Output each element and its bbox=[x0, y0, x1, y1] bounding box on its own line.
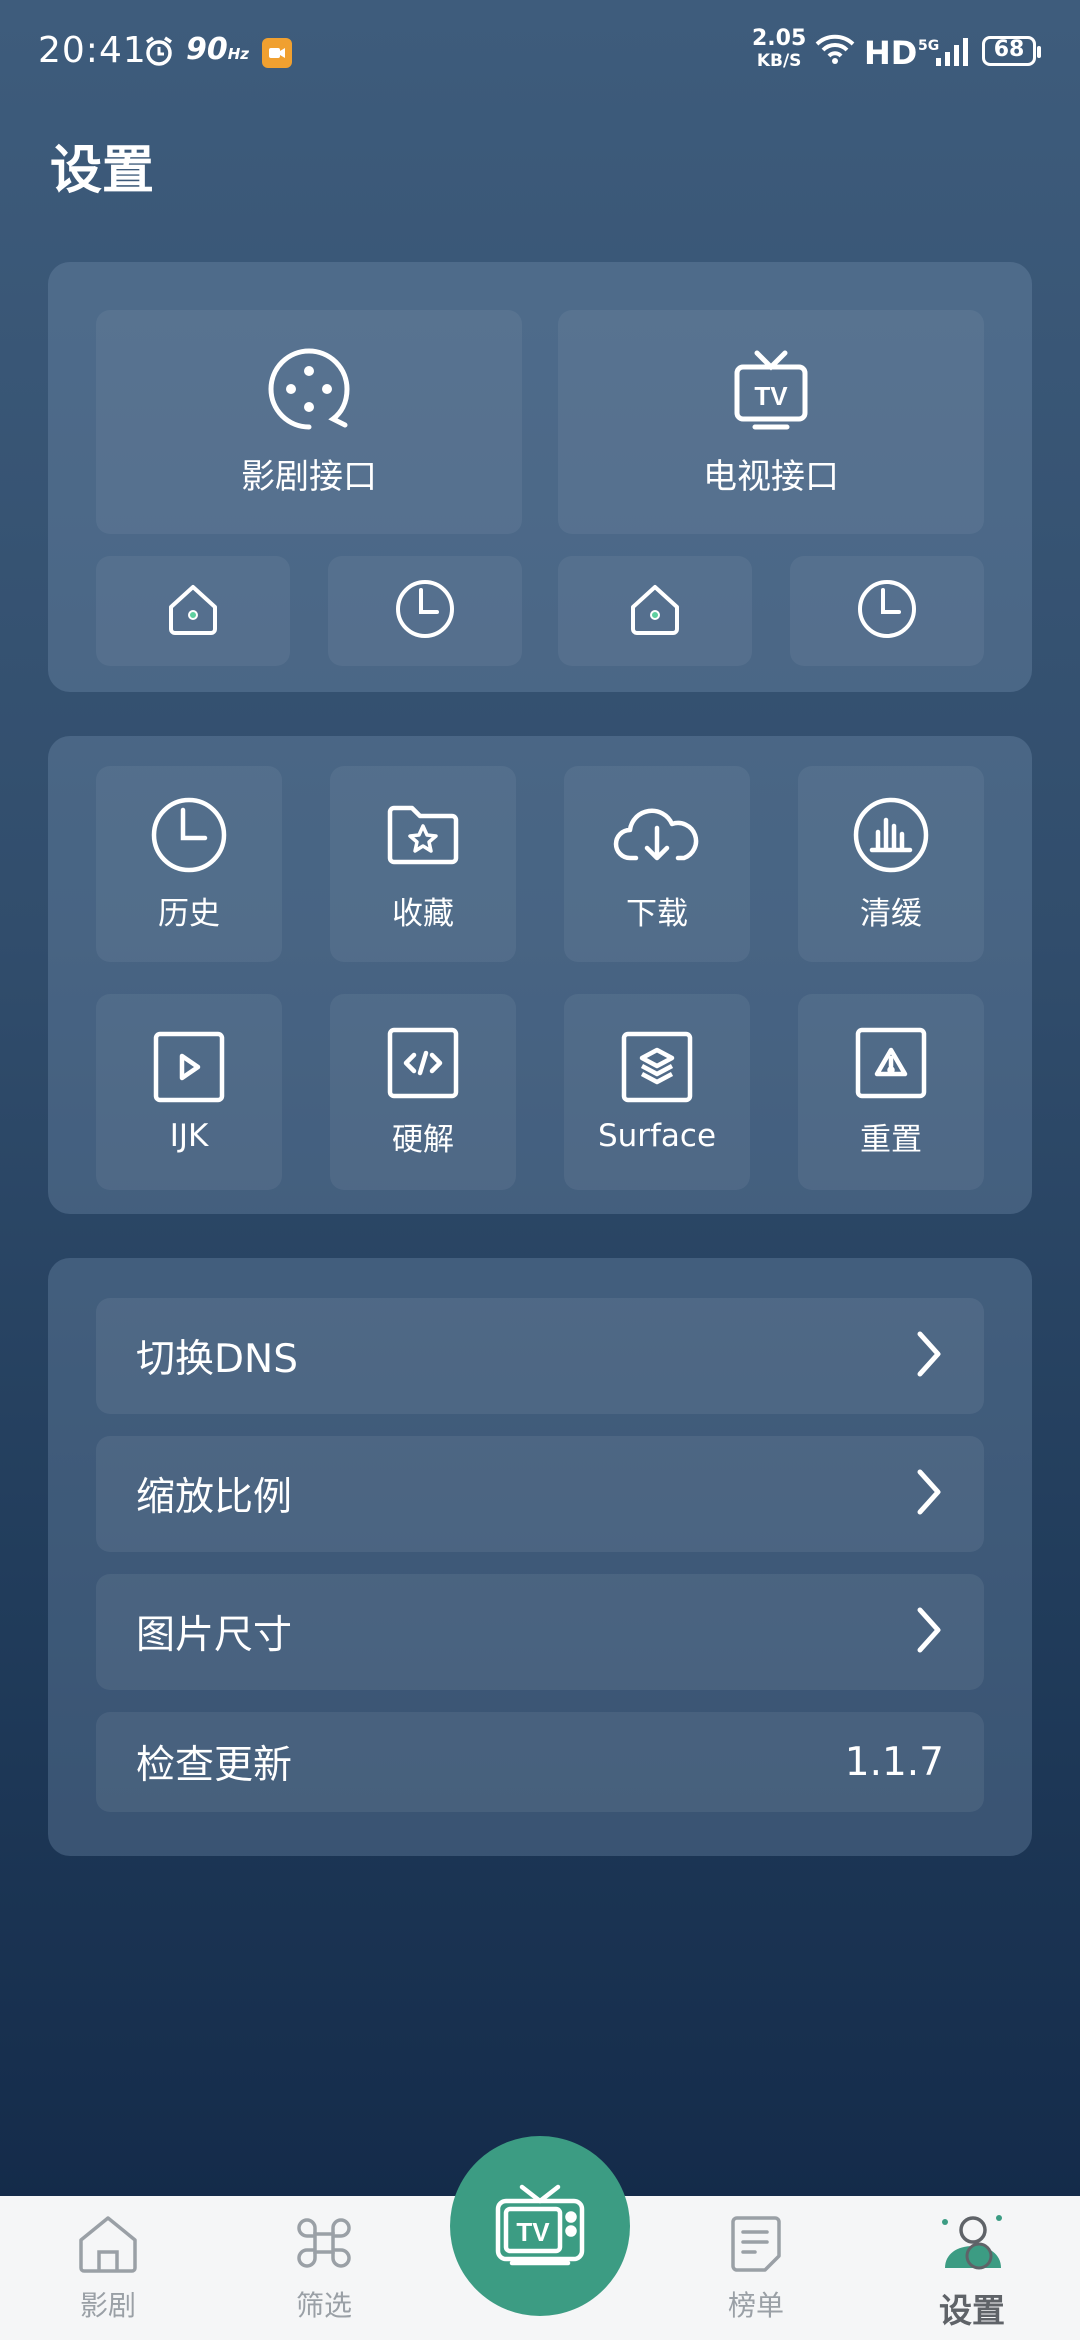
warning-box-icon bbox=[854, 1026, 928, 1104]
image-size-label: 图片尺寸 bbox=[136, 1613, 293, 1658]
chevron-right-icon bbox=[914, 1468, 944, 1520]
zoom-ratio-row[interactable]: 缩放比例 bbox=[96, 1436, 984, 1552]
signal-icon bbox=[934, 36, 970, 72]
screen-record-icon bbox=[262, 38, 292, 68]
tv-icon: TV bbox=[729, 347, 813, 435]
clock-icon bbox=[150, 796, 228, 878]
movie-interface-button[interactable]: 影剧接口 bbox=[96, 310, 522, 534]
battery-icon: 68 bbox=[982, 36, 1041, 66]
download-label: 下载 bbox=[626, 895, 688, 932]
switch-dns-label: 切换DNS bbox=[136, 1337, 298, 1382]
reset-button[interactable]: 重置 bbox=[798, 994, 984, 1190]
history-label: 历史 bbox=[158, 895, 220, 932]
favorites-button[interactable]: 收藏 bbox=[330, 766, 516, 962]
folder-star-icon bbox=[384, 796, 462, 878]
hardware-decode-label: 硬解 bbox=[392, 1121, 454, 1158]
download-button[interactable]: 下载 bbox=[564, 766, 750, 962]
tv-history-button[interactable] bbox=[790, 556, 984, 666]
tv-interface-label: 电视接口 bbox=[703, 456, 839, 497]
surface-button[interactable]: Surface bbox=[564, 994, 750, 1190]
home-icon bbox=[625, 579, 685, 643]
svg-text:TV: TV bbox=[754, 381, 788, 411]
nav-label-rankings: 榜单 bbox=[727, 2289, 784, 2322]
reset-label: 重置 bbox=[860, 1121, 922, 1158]
status-bar: 20:41 90Hz 2.05 KB/S HD 5G 68 bbox=[0, 0, 1080, 110]
history-button[interactable]: 历史 bbox=[96, 766, 282, 962]
nav-item-rankings[interactable]: 榜单 bbox=[696, 2212, 816, 2324]
movie-home-button[interactable] bbox=[96, 556, 290, 666]
chart-circle-icon bbox=[852, 796, 930, 878]
favorites-label: 收藏 bbox=[392, 895, 454, 932]
refresh-rate: 90Hz bbox=[186, 32, 250, 67]
command-icon bbox=[293, 2212, 355, 2278]
hd-indicator: HD bbox=[864, 34, 918, 72]
settings-list-card: 切换DNS 缩放比例 图片尺寸 检查更新 1.1.7 bbox=[48, 1258, 1032, 1856]
switch-dns-row[interactable]: 切换DNS bbox=[96, 1298, 984, 1414]
tv-center-button[interactable]: TV bbox=[450, 2136, 630, 2316]
alarm-icon bbox=[142, 34, 176, 72]
home-icon bbox=[163, 579, 223, 643]
chevron-right-icon bbox=[914, 1606, 944, 1658]
play-box-icon bbox=[152, 1030, 226, 1108]
clear-cache-button[interactable]: 清缓 bbox=[798, 766, 984, 962]
ijk-player-label: IJK bbox=[169, 1118, 209, 1154]
page-title: 设置 bbox=[50, 141, 155, 201]
user-settings-icon bbox=[939, 2212, 1005, 2278]
chevron-right-icon bbox=[914, 1330, 944, 1382]
ijk-player-button[interactable]: IJK bbox=[96, 994, 282, 1190]
clock-icon bbox=[394, 578, 456, 644]
check-update-row[interactable]: 检查更新 1.1.7 bbox=[96, 1712, 984, 1812]
nav-label-filter: 筛选 bbox=[295, 2289, 352, 2322]
movie-history-button[interactable] bbox=[328, 556, 522, 666]
cloud-download-icon bbox=[612, 796, 702, 878]
nav-label-settings: 设置 bbox=[939, 2291, 1005, 2330]
code-box-icon bbox=[386, 1026, 460, 1104]
movie-interface-label: 影剧接口 bbox=[241, 456, 377, 497]
nav-item-settings[interactable]: 设置 bbox=[912, 2212, 1032, 2332]
interfaces-card: 影剧接口 TV 电视接口 bbox=[48, 262, 1032, 692]
hardware-decode-button[interactable]: 硬解 bbox=[330, 994, 516, 1190]
image-size-row[interactable]: 图片尺寸 bbox=[96, 1574, 984, 1690]
svg-text:TV: TV bbox=[516, 2217, 550, 2247]
surface-label: Surface bbox=[597, 1118, 717, 1154]
nav-item-filter[interactable]: 筛选 bbox=[264, 2212, 384, 2324]
features-card: 历史 收藏 下载 清缓 IJK 硬解 Surface 重置 bbox=[48, 736, 1032, 1214]
nav-label-movies: 影剧 bbox=[79, 2289, 136, 2322]
zoom-ratio-label: 缩放比例 bbox=[136, 1475, 293, 1520]
home-icon bbox=[75, 2212, 141, 2278]
tv-home-button[interactable] bbox=[558, 556, 752, 666]
wifi-icon bbox=[814, 32, 856, 70]
status-time: 20:41 bbox=[38, 30, 147, 71]
film-reel-icon bbox=[267, 347, 351, 435]
document-icon bbox=[725, 2212, 787, 2278]
version-value: 1.1.7 bbox=[844, 1739, 944, 1785]
tv-icon: TV bbox=[492, 2179, 588, 2273]
clock-icon bbox=[856, 578, 918, 644]
layers-box-icon bbox=[620, 1030, 694, 1108]
tv-interface-button[interactable]: TV 电视接口 bbox=[558, 310, 984, 534]
nav-item-movies[interactable]: 影剧 bbox=[48, 2212, 168, 2324]
network-speed: 2.05 KB/S bbox=[752, 26, 807, 72]
check-update-label: 检查更新 bbox=[136, 1743, 293, 1788]
clear-cache-label: 清缓 bbox=[860, 895, 922, 932]
